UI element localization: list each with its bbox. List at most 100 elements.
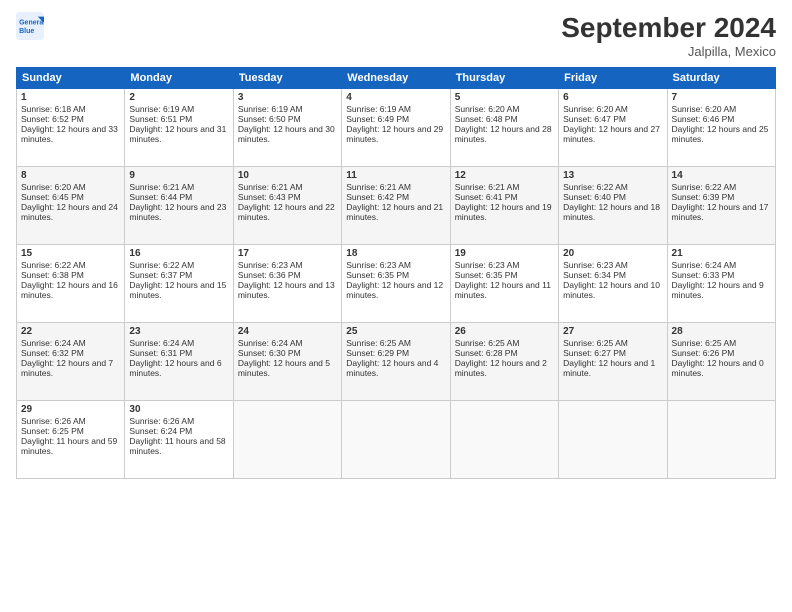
sunset-text: Sunset: 6:35 PM xyxy=(455,270,518,280)
calendar-cell: 13Sunrise: 6:22 AMSunset: 6:40 PMDayligh… xyxy=(559,167,667,245)
daylight-text: Daylight: 12 hours and 17 minutes. xyxy=(672,202,769,222)
calendar-cell: 15Sunrise: 6:22 AMSunset: 6:38 PMDayligh… xyxy=(17,245,125,323)
svg-text:Blue: Blue xyxy=(19,28,34,35)
day-number: 6 xyxy=(563,92,662,103)
sunrise-text: Sunrise: 6:20 AM xyxy=(672,104,737,114)
daylight-text: Daylight: 12 hours and 29 minutes. xyxy=(346,124,443,144)
sunset-text: Sunset: 6:49 PM xyxy=(346,114,409,124)
sunset-text: Sunset: 6:40 PM xyxy=(563,192,626,202)
calendar-cell: 7Sunrise: 6:20 AMSunset: 6:46 PMDaylight… xyxy=(667,89,775,167)
day-number: 19 xyxy=(455,248,554,259)
sunset-text: Sunset: 6:52 PM xyxy=(21,114,84,124)
calendar-cell: 30Sunrise: 6:26 AMSunset: 6:24 PMDayligh… xyxy=(125,401,233,479)
calendar-cell: 8Sunrise: 6:20 AMSunset: 6:45 PMDaylight… xyxy=(17,167,125,245)
sunrise-text: Sunrise: 6:19 AM xyxy=(346,104,411,114)
sunrise-text: Sunrise: 6:22 AM xyxy=(129,260,194,270)
daylight-text: Daylight: 12 hours and 4 minutes. xyxy=(346,358,438,378)
daylight-text: Daylight: 12 hours and 31 minutes. xyxy=(129,124,226,144)
daylight-text: Daylight: 12 hours and 30 minutes. xyxy=(238,124,335,144)
calendar-cell: 17Sunrise: 6:23 AMSunset: 6:36 PMDayligh… xyxy=(233,245,341,323)
sunrise-text: Sunrise: 6:25 AM xyxy=(346,338,411,348)
calendar-cell: 3Sunrise: 6:19 AMSunset: 6:50 PMDaylight… xyxy=(233,89,341,167)
day-number: 23 xyxy=(129,326,228,337)
day-number: 24 xyxy=(238,326,337,337)
sunrise-text: Sunrise: 6:21 AM xyxy=(346,182,411,192)
header: General Blue September 2024 Jalpilla, Me… xyxy=(16,12,776,59)
daylight-text: Daylight: 12 hours and 24 minutes. xyxy=(21,202,118,222)
daylight-text: Daylight: 12 hours and 15 minutes. xyxy=(129,280,226,300)
calendar-cell: 26Sunrise: 6:25 AMSunset: 6:28 PMDayligh… xyxy=(450,323,558,401)
day-number: 9 xyxy=(129,170,228,181)
calendar-cell: 21Sunrise: 6:24 AMSunset: 6:33 PMDayligh… xyxy=(667,245,775,323)
daylight-text: Daylight: 12 hours and 22 minutes. xyxy=(238,202,335,222)
calendar-cell: 20Sunrise: 6:23 AMSunset: 6:34 PMDayligh… xyxy=(559,245,667,323)
sunset-text: Sunset: 6:37 PM xyxy=(129,270,192,280)
calendar-cell xyxy=(667,401,775,479)
day-number: 28 xyxy=(672,326,771,337)
sunset-text: Sunset: 6:35 PM xyxy=(346,270,409,280)
calendar-cell xyxy=(450,401,558,479)
calendar-cell: 9Sunrise: 6:21 AMSunset: 6:44 PMDaylight… xyxy=(125,167,233,245)
calendar-cell: 11Sunrise: 6:21 AMSunset: 6:42 PMDayligh… xyxy=(342,167,450,245)
week-row-4: 22Sunrise: 6:24 AMSunset: 6:32 PM Dayligh… xyxy=(17,323,776,401)
calendar-cell: 23Sunrise: 6:24 AMSunset: 6:31 PMDayligh… xyxy=(125,323,233,401)
day-number: 5 xyxy=(455,92,554,103)
col-monday: Monday xyxy=(125,68,233,89)
col-saturday: Saturday xyxy=(667,68,775,89)
calendar-cell: 6Sunrise: 6:20 AMSunset: 6:47 PMDaylight… xyxy=(559,89,667,167)
sunrise-text: Sunrise: 6:23 AM xyxy=(238,260,303,270)
sunrise-text: Sunrise: 6:20 AM xyxy=(563,104,628,114)
calendar-cell: 12Sunrise: 6:21 AMSunset: 6:41 PMDayligh… xyxy=(450,167,558,245)
sunset-text: Sunset: 6:46 PM xyxy=(672,114,735,124)
day-number: 30 xyxy=(129,404,228,415)
sunset-text: Sunset: 6:51 PM xyxy=(129,114,192,124)
day-number: 21 xyxy=(672,248,771,259)
daylight-text: Daylight: 12 hours and 33 minutes. xyxy=(21,124,118,144)
day-number: 2 xyxy=(129,92,228,103)
sunset-text: Sunset: 6:32 PM xyxy=(21,348,84,358)
daylight-text: Daylight: 12 hours and 25 minutes. xyxy=(672,124,769,144)
sunrise-text: Sunrise: 6:23 AM xyxy=(346,260,411,270)
day-number: 18 xyxy=(346,248,445,259)
sunset-text: Sunset: 6:34 PM xyxy=(563,270,626,280)
sunset-text: Sunset: 6:39 PM xyxy=(672,192,735,202)
calendar-cell xyxy=(559,401,667,479)
calendar-cell: 10Sunrise: 6:21 AMSunset: 6:43 PMDayligh… xyxy=(233,167,341,245)
sunrise-text: Sunrise: 6:24 AM xyxy=(21,338,86,348)
sunset-text: Sunset: 6:25 PM xyxy=(21,426,84,436)
sunset-text: Sunset: 6:31 PM xyxy=(129,348,192,358)
sunset-text: Sunset: 6:29 PM xyxy=(346,348,409,358)
sunrise-text: Sunrise: 6:22 AM xyxy=(672,182,737,192)
sunset-text: Sunset: 6:44 PM xyxy=(129,192,192,202)
col-friday: Friday xyxy=(559,68,667,89)
calendar-cell: 25Sunrise: 6:25 AMSunset: 6:29 PMDayligh… xyxy=(342,323,450,401)
calendar-cell: 29Sunrise: 6:26 AMSunset: 6:25 PMDayligh… xyxy=(17,401,125,479)
daylight-text: Daylight: 11 hours and 58 minutes. xyxy=(129,436,225,456)
daylight-text: Daylight: 12 hours and 10 minutes. xyxy=(563,280,660,300)
daylight-text: Daylight: 12 hours and 9 minutes. xyxy=(672,280,764,300)
sunrise-text: Sunrise: 6:23 AM xyxy=(455,260,520,270)
day-number: 13 xyxy=(563,170,662,181)
daylight-text: Daylight: 12 hours and 5 minutes. xyxy=(238,358,330,378)
sunset-text: Sunset: 6:42 PM xyxy=(346,192,409,202)
sunrise-text: Sunrise: 6:22 AM xyxy=(563,182,628,192)
sunrise-text: Sunrise: 6:19 AM xyxy=(238,104,303,114)
calendar-cell xyxy=(342,401,450,479)
daylight-text: Daylight: 12 hours and 1 minute. xyxy=(563,358,655,378)
day-number: 3 xyxy=(238,92,337,103)
calendar-cell: 5Sunrise: 6:20 AMSunset: 6:48 PMDaylight… xyxy=(450,89,558,167)
sunset-text: Sunset: 6:33 PM xyxy=(672,270,735,280)
week-row-5: 29Sunrise: 6:26 AMSunset: 6:25 PMDayligh… xyxy=(17,401,776,479)
calendar-cell: 22Sunrise: 6:24 AMSunset: 6:32 PMDayligh… xyxy=(17,323,125,401)
sunrise-text: Sunrise: 6:22 AM xyxy=(21,260,86,270)
sunset-text: Sunset: 6:26 PM xyxy=(672,348,735,358)
sunrise-text: Sunrise: 6:21 AM xyxy=(129,182,194,192)
sunrise-text: Sunrise: 6:23 AM xyxy=(563,260,628,270)
calendar-cell: 28Sunrise: 6:25 AMSunset: 6:26 PMDayligh… xyxy=(667,323,775,401)
daylight-text: Daylight: 12 hours and 27 minutes. xyxy=(563,124,660,144)
sunset-text: Sunset: 6:27 PM xyxy=(563,348,626,358)
day-number: 17 xyxy=(238,248,337,259)
sunset-text: Sunset: 6:38 PM xyxy=(21,270,84,280)
day-number: 27 xyxy=(563,326,662,337)
day-number: 22 xyxy=(21,326,120,337)
